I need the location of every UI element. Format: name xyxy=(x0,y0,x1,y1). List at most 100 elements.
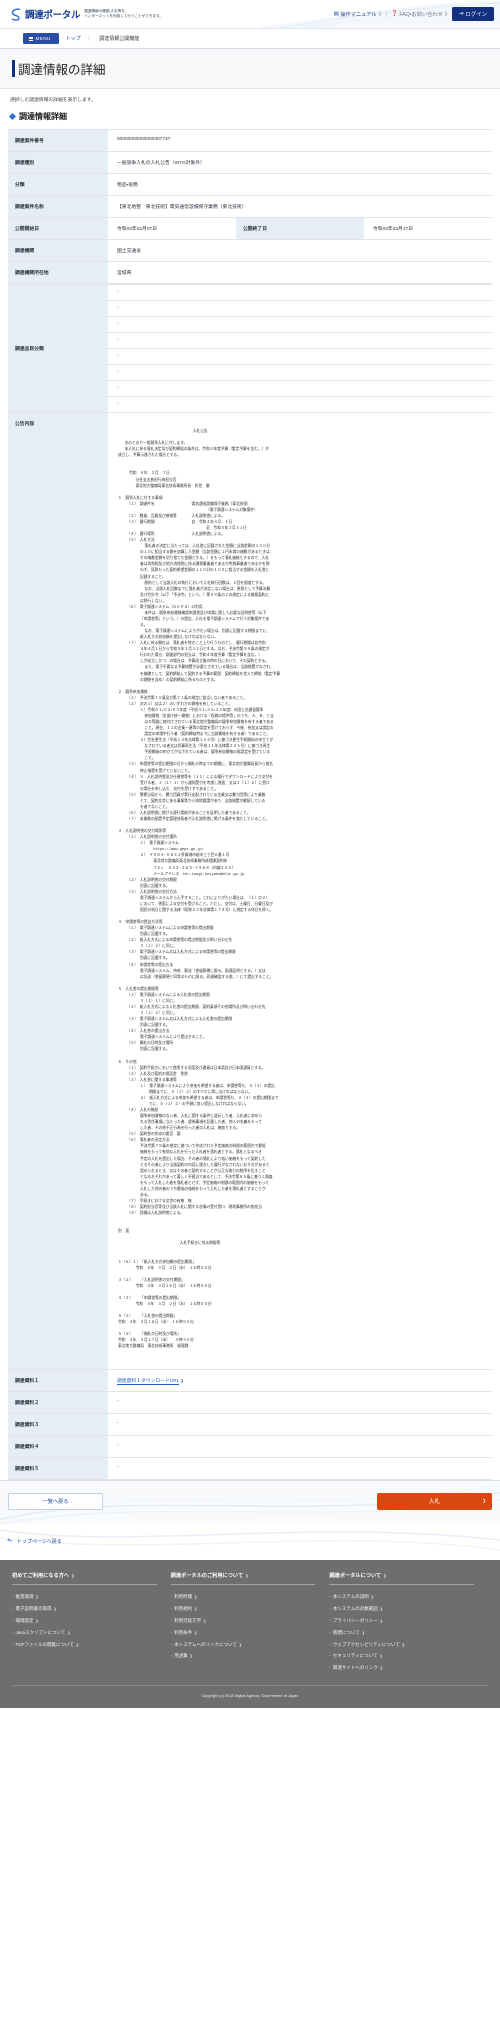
faq-label: FAQ・お問い合わせ xyxy=(399,11,443,18)
value-organization: 国土交通省 xyxy=(108,239,492,262)
table-row-item-categories: 調達品目分類 -------- xyxy=(8,283,492,413)
footer-link-item[interactable]: - 電子証明書の取得 ❯ xyxy=(12,1603,157,1615)
footer-link-item[interactable]: - 利用条件 ❯ xyxy=(171,1627,316,1639)
footer-link-item[interactable]: - 利用時間 ❯ xyxy=(171,1592,316,1604)
bullet-dash-icon: - xyxy=(329,1665,331,1671)
procurement-detail-table: 調達案件番号 00000000000000307737 調達種別 一般競争入札の… xyxy=(8,129,492,1480)
footer-link-list: - 本システムの説明 ❯ - 本システムの対象範囲 ❯ - プライバシーポリシー ❯ - 商標につい… xyxy=(329,1592,474,1674)
table-row-doc1: 調達資料１ 調達資料１ダウンロードURL❯ xyxy=(8,1368,492,1392)
table-row-organization-location: 調達機関所在地 宮城県 xyxy=(8,261,492,284)
cell-notice: 入札公告 次のとおり一般競争入札に付します。 本入札に係る落札決定及び契約締結の… xyxy=(108,412,492,1370)
footer-link-item[interactable]: - PDFファイルの閲覧について ❯ xyxy=(12,1639,157,1651)
footer-link-item[interactable]: - 推奨環境 ❯ xyxy=(12,1592,157,1604)
cell-item-categories: -------- xyxy=(108,283,492,413)
chevron-right-icon: ❯ xyxy=(370,1595,374,1600)
breadcrumb-separator-icon: 〉 xyxy=(87,35,93,41)
label-doc2: 調達資料２ xyxy=(8,1390,108,1414)
chevron-right-icon: ❯ xyxy=(203,1618,207,1623)
bid-label: 入札 xyxy=(428,1499,441,1505)
footer-link-label: 用語集 xyxy=(174,1653,188,1659)
chevron-right-icon: ❯ xyxy=(75,1642,79,1647)
footer-link-label: 本システムの対象範囲 xyxy=(332,1606,378,1612)
footer-link-label: 利用条件 xyxy=(174,1629,193,1635)
breadcrumb: MENU トップ 〉 調達情報公開機能 xyxy=(0,28,500,49)
footer-link-item[interactable]: - プライバシーポリシー ❯ xyxy=(329,1615,474,1627)
hamburger-icon xyxy=(29,36,33,41)
footer-link-item[interactable]: - ウェブアクセシビリティについて ❯ xyxy=(329,1639,474,1651)
footer-link-item[interactable]: - Javaスクリプトについて ❯ xyxy=(12,1627,157,1639)
footer-link-item[interactable]: - 環境設定 ❯ xyxy=(12,1615,157,1627)
chevron-right-icon: ❯ xyxy=(401,1642,405,1647)
footer-link-item[interactable]: - 本システムの対象範囲 ❯ xyxy=(329,1603,474,1615)
operation-manual-label: 操作マニュアル xyxy=(340,11,377,18)
bid-button[interactable]: 入札 ❯ xyxy=(377,1492,492,1510)
footer-link-item[interactable]: - 関連サイトへのリンク ❯ xyxy=(329,1662,474,1674)
footer-link-item[interactable]: - セキュリティについて ❯ xyxy=(329,1650,474,1662)
chevron-right-icon: ❯ xyxy=(194,1630,198,1635)
item-category-list: -------- xyxy=(108,284,492,412)
chevron-right-icon: ❯ xyxy=(379,1618,383,1623)
back-to-top-link[interactable]: ⬑ トップページへ戻る xyxy=(7,1538,62,1545)
item-category-value: - xyxy=(108,332,492,349)
doc1-download-link[interactable]: 調達資料１ダウンロードURL xyxy=(117,1378,180,1385)
login-button[interactable]: ⇥ ログイン xyxy=(451,6,494,22)
footer-link-item[interactable]: - 利用規約 ❯ xyxy=(171,1603,316,1615)
chevron-right-icon: ❯ xyxy=(444,11,448,16)
footer-link-label: Javaスクリプトについて xyxy=(15,1629,66,1635)
bullet-dash-icon: - xyxy=(12,1629,14,1635)
label-item-categories: 調達品目分類 xyxy=(8,283,108,413)
footer-link-item[interactable]: - 用語集 ❯ xyxy=(171,1650,316,1662)
bullet-dash-icon: - xyxy=(329,1629,331,1635)
footer-link-label: ウェブアクセシビリティについて xyxy=(332,1641,400,1647)
back-to-list-button[interactable]: 一覧へ戻る xyxy=(8,1492,103,1510)
chevron-right-icon: ❯ xyxy=(245,1572,249,1578)
label-public-start: 公開開始日 xyxy=(8,217,108,240)
label-doc5: 調達資料５ xyxy=(8,1456,108,1480)
footer-link-label: 利用規約 xyxy=(174,1606,193,1612)
operation-manual-link[interactable]: ▤ 操作マニュアル ❯ xyxy=(334,11,382,18)
footer-column-heading[interactable]: 調達ポータルのご利用について ❯ xyxy=(170,1572,316,1585)
footer-link-item[interactable]: - 本システムの説明 ❯ xyxy=(329,1592,474,1604)
faq-contact-link[interactable]: ❓ FAQ・お問い合わせ ❯ xyxy=(391,11,448,18)
label-notice: 公告内容 xyxy=(8,412,108,1370)
site-logo[interactable]: 調達ポータル xyxy=(9,7,81,21)
chevron-right-icon: ❯ xyxy=(189,1654,193,1659)
tagline-line-2: インターネットを利用して行うことができます。 xyxy=(84,14,163,18)
footer-link-label: 電子証明書の取得 xyxy=(15,1606,52,1612)
header-utility-nav: ▤ 操作マニュアル ❯ | ❓ FAQ・お問い合わせ ❯ ⇥ ログイン xyxy=(334,6,494,22)
bullet-dash-icon: - xyxy=(170,1653,173,1659)
site-footer: 初めてご利用になる方へ ❯ - 推奨環境 ❯ - 電子証明書の取得 ❯ - 環境設定 ❯ - Javaス… xyxy=(0,1559,500,1708)
value-case-number: 00000000000000307737 xyxy=(108,129,492,152)
label-organization: 調達機関 xyxy=(8,239,108,262)
footer-link-item[interactable]: - 利用可能文字 ❯ xyxy=(171,1615,316,1627)
label-doc3: 調達資料３ xyxy=(8,1412,108,1436)
bullet-dash-icon: - xyxy=(170,1594,173,1600)
menu-button[interactable]: MENU xyxy=(23,33,59,44)
item-category-value: - xyxy=(108,396,492,412)
footer-column: 調達ポータルについて ❯ - 本システムの説明 ❯ - 本システムの対象範囲 ❯ - プライバシー… xyxy=(329,1572,488,1674)
value-doc2: - xyxy=(108,1390,492,1414)
bullet-dash-icon: - xyxy=(170,1641,173,1647)
table-row-doc5: 調達資料５ - xyxy=(8,1456,492,1480)
footer-column-heading-label: 初めてご利用になる方へ xyxy=(12,1572,70,1579)
page-title: 調達情報の詳細 xyxy=(12,59,500,78)
footer-column-heading-label: 調達ポータルについて xyxy=(329,1572,382,1579)
footer-link-label: 関連サイトへのリンク xyxy=(332,1665,378,1671)
header-tagline: 調達情報の確認・入札等を、 インターネットを利用して行うことができます。 xyxy=(84,9,163,20)
back-to-list-label: 一覧へ戻る xyxy=(42,1498,69,1505)
action-bar: 一覧へ戻る 入札 ❯ xyxy=(0,1479,500,1524)
breadcrumb-home-link[interactable]: トップ xyxy=(66,35,81,42)
login-label: ログイン xyxy=(465,12,487,18)
table-row-doc2: 調達資料２ - xyxy=(8,1390,492,1414)
item-category-value: - xyxy=(108,300,492,317)
footer-link-item[interactable]: - 本システムへのリンクについて ❯ xyxy=(171,1639,316,1651)
value-doc3: - xyxy=(108,1412,492,1436)
bullet-dash-icon: - xyxy=(12,1641,14,1647)
footer-column-heading[interactable]: 初めてご利用になる方へ ❯ xyxy=(12,1572,157,1585)
item-category-value: - xyxy=(108,364,492,381)
value-doc4: - xyxy=(108,1434,492,1458)
footer-link-item[interactable]: - 商標について ❯ xyxy=(329,1627,474,1639)
table-row-type: 調達種別 一般競争入札の入札公告（WTO対象外） xyxy=(8,151,492,174)
footer-column-heading[interactable]: 調達ポータルについて ❯ xyxy=(329,1572,475,1585)
item-category-row: - xyxy=(108,332,492,349)
